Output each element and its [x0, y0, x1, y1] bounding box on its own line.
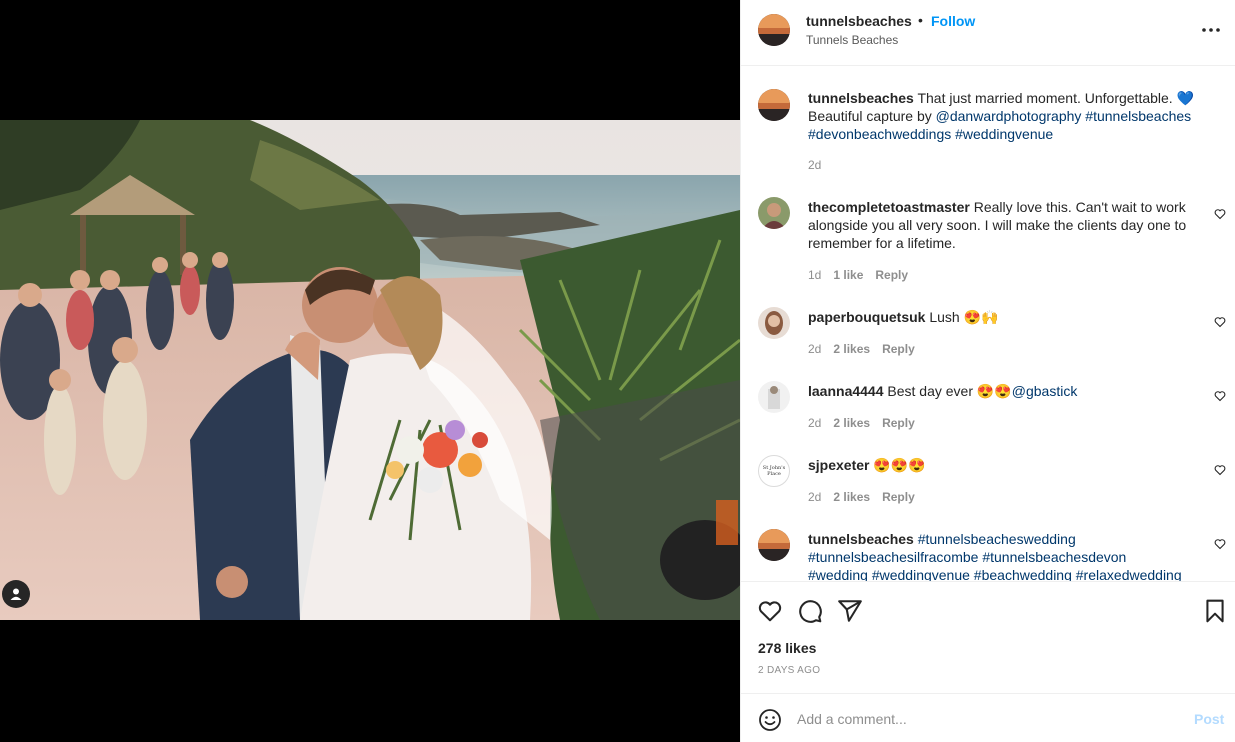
separator-dot: •: [918, 12, 923, 28]
mention-link[interactable]: @gbastick: [1012, 383, 1078, 399]
likes-count[interactable]: 278 likes: [758, 640, 816, 656]
comment-time[interactable]: 2d: [808, 490, 821, 504]
like-heart-icon[interactable]: [757, 598, 783, 624]
avatar[interactable]: [758, 197, 790, 229]
like-comment-heart-icon[interactable]: [1214, 538, 1226, 550]
comment-time[interactable]: 1d: [808, 268, 821, 282]
comment-time[interactable]: 2d: [808, 342, 821, 356]
more-options-icon: [1202, 28, 1220, 32]
comment-meta: 1d 1 like Reply: [808, 268, 908, 282]
comment-text: tunnelsbeaches #tunnelsbeacheswedding #t…: [808, 530, 1208, 581]
comment-username[interactable]: tunnelsbeaches: [808, 90, 914, 106]
blue-heart-emoji: 💙: [1176, 90, 1195, 106]
avatar[interactable]: [758, 89, 790, 121]
avatar[interactable]: St John's Place: [758, 455, 790, 487]
tagged-user-button[interactable]: [2, 580, 30, 608]
mention-link[interactable]: @danwardphotography: [936, 108, 1082, 124]
comment-meta: 2d: [808, 158, 821, 172]
avatar[interactable]: [758, 14, 790, 46]
comment-text: laanna4444 Best day ever 😍😍@gbastick: [808, 382, 1208, 400]
comment-username[interactable]: sjpexeter: [808, 457, 869, 473]
share-send-icon[interactable]: [837, 598, 863, 624]
comment-time[interactable]: 2d: [808, 158, 821, 172]
post-timestamp[interactable]: 2 DAYS AGO: [758, 665, 820, 676]
reply-button[interactable]: Reply: [882, 342, 915, 356]
header-username[interactable]: tunnelsbeaches: [806, 13, 912, 29]
caption-line-2: Beautiful capture by: [808, 108, 936, 124]
follow-button[interactable]: Follow: [931, 13, 975, 29]
person-avatar-image: [758, 307, 790, 339]
sunset-avatar-image: [758, 529, 790, 561]
add-comment-bar: Post: [741, 693, 1235, 742]
hashtag-link[interactable]: #devonbeachweddings #weddingvenue: [808, 126, 1053, 142]
user-icon: [10, 588, 22, 600]
post-photo[interactable]: [0, 120, 740, 620]
comment-meta: 2d 2 likes Reply: [808, 416, 915, 430]
caption-line-1: That just married moment. Unforgettable.: [917, 90, 1177, 106]
comment-text: paperbouquetsuk Lush 😍🙌: [808, 308, 1208, 326]
comment-likes[interactable]: 2 likes: [833, 342, 870, 356]
media-pane: [0, 0, 740, 742]
location-link[interactable]: Tunnels Beaches: [806, 33, 898, 47]
comment-likes[interactable]: 2 likes: [833, 490, 870, 504]
reply-button[interactable]: Reply: [882, 416, 915, 430]
post-header: tunnelsbeaches • Follow Tunnels Beaches: [741, 0, 1235, 66]
like-comment-heart-icon[interactable]: [1214, 464, 1226, 476]
hashtag-link[interactable]: #wedding #weddingvenue #beachwedding #re…: [808, 567, 1182, 581]
avatar-logo-text: St John's Place: [762, 465, 786, 477]
comment-username[interactable]: laanna4444: [808, 383, 884, 399]
comment-body: Best day ever 😍😍: [887, 383, 1012, 399]
avatar[interactable]: [758, 529, 790, 561]
comment-meta: 2d 2 likes Reply: [808, 490, 915, 504]
comment-username[interactable]: thecompletetoastmaster: [808, 199, 970, 215]
post-side-panel: tunnelsbeaches • Follow Tunnels Beaches …: [740, 0, 1235, 742]
emoji-smiley-icon[interactable]: [758, 708, 782, 732]
like-comment-heart-icon[interactable]: [1214, 316, 1226, 328]
reply-button[interactable]: Reply: [882, 490, 915, 504]
avatar[interactable]: [758, 307, 790, 339]
comment-body: Lush 😍🙌: [929, 309, 999, 325]
sunset-avatar-image: [758, 14, 790, 46]
hashtag-link[interactable]: #tunnelsbeaches: [1085, 108, 1191, 124]
comment-meta: 2d 2 likes Reply: [808, 342, 915, 356]
hashtag-link[interactable]: #tunnelsbeachesilfracombe #tunnelsbeache…: [808, 549, 1126, 565]
save-bookmark-icon[interactable]: [1202, 598, 1228, 624]
caption-text: tunnelsbeaches That just married moment.…: [808, 89, 1208, 143]
comments-list[interactable]: tunnelsbeaches That just married moment.…: [741, 66, 1235, 581]
comment-likes[interactable]: 2 likes: [833, 416, 870, 430]
post-comment-button[interactable]: Post: [1194, 711, 1224, 727]
add-comment-input[interactable]: [797, 706, 1167, 732]
comment-bubble-icon[interactable]: [797, 598, 823, 624]
comment-text: thecompletetoastmaster Really love this.…: [808, 198, 1208, 252]
comment-likes[interactable]: 1 like: [833, 268, 863, 282]
hashtag-link[interactable]: #tunnelsbeacheswedding: [918, 531, 1076, 547]
person-avatar-image: [758, 381, 790, 413]
comment-text: sjpexeter 😍😍😍: [808, 456, 1208, 474]
sunset-avatar-image: [758, 89, 790, 121]
comment-username[interactable]: paperbouquetsuk: [808, 309, 925, 325]
like-comment-heart-icon[interactable]: [1214, 208, 1226, 220]
more-options-button[interactable]: [1199, 20, 1223, 40]
like-comment-heart-icon[interactable]: [1214, 390, 1226, 402]
comment-body: 😍😍😍: [873, 457, 926, 473]
avatar[interactable]: [758, 381, 790, 413]
comment-username[interactable]: tunnelsbeaches: [808, 531, 914, 547]
reply-button[interactable]: Reply: [875, 268, 908, 282]
wedding-photo-illustration: [0, 120, 740, 620]
person-avatar-image: [758, 197, 790, 229]
post-actions: 278 likes 2 DAYS AGO: [741, 581, 1235, 693]
comment-time[interactable]: 2d: [808, 416, 821, 430]
